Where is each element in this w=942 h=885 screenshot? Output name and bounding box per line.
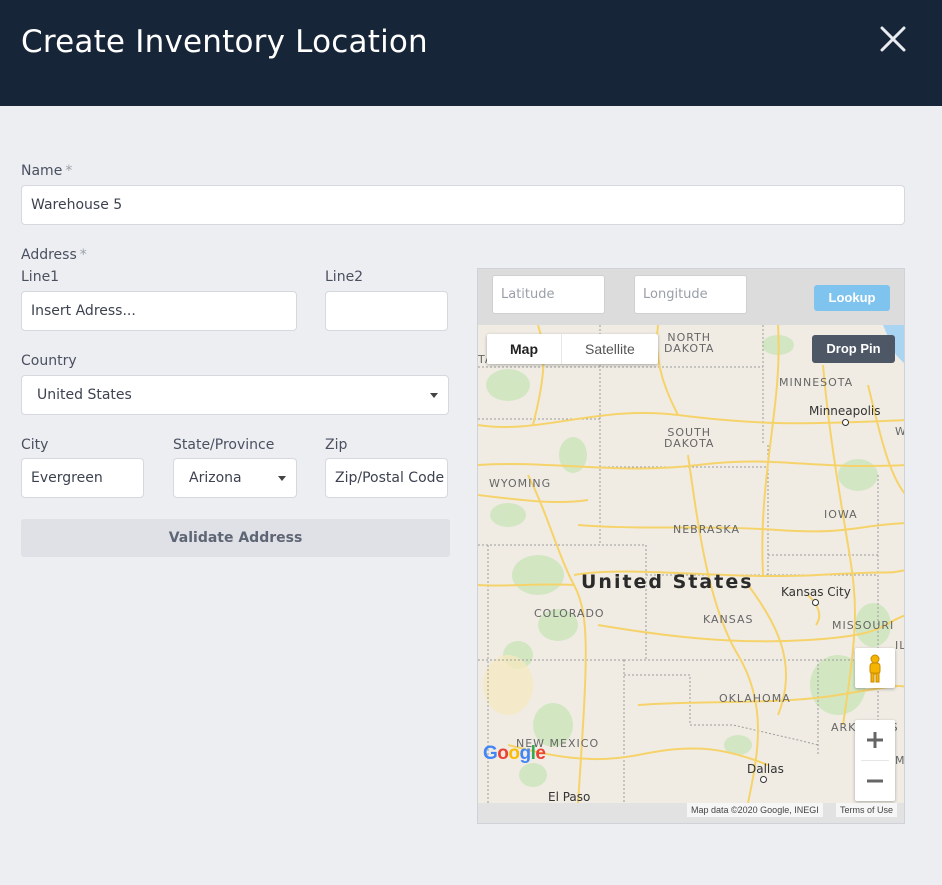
address-label: Address * bbox=[21, 247, 87, 263]
state-label: State/Province bbox=[173, 437, 275, 453]
validate-address-button[interactable]: Validate Address bbox=[21, 519, 450, 557]
map-label-nebraska: NEBRASKA bbox=[673, 523, 740, 536]
city-label: City bbox=[21, 437, 49, 453]
state-value: Arizona bbox=[189, 470, 242, 486]
map-type-map-button[interactable]: Map bbox=[487, 334, 561, 364]
line1-input[interactable]: Insert Adress... bbox=[21, 291, 297, 331]
country-value: United States bbox=[37, 387, 132, 403]
map-attribution: Map data ©2020 Google, INEGI bbox=[687, 803, 823, 817]
required-mark: * bbox=[65, 163, 73, 179]
map-label-iowa: IOWA bbox=[824, 508, 858, 521]
zoom-in-icon[interactable] bbox=[855, 720, 895, 760]
country-label: Country bbox=[21, 353, 77, 369]
name-input[interactable]: Warehouse 5 bbox=[21, 185, 905, 225]
close-icon[interactable] bbox=[878, 24, 908, 54]
name-label: Name * bbox=[21, 163, 73, 179]
city-minneapolis: Minneapolis bbox=[809, 404, 881, 418]
city-dallas: Dallas bbox=[747, 762, 784, 776]
map-label-south-dakota: SOUTH DAKOTA bbox=[664, 426, 715, 450]
zip-input[interactable]: Zip/Postal Code bbox=[325, 458, 448, 498]
country-select[interactable]: United States bbox=[21, 375, 449, 415]
city-input[interactable]: Evergreen bbox=[21, 458, 144, 498]
required-mark: * bbox=[79, 247, 87, 263]
line2-input[interactable] bbox=[325, 291, 448, 331]
map-attribution-bar: Map data ©2020 Google, INEGI Terms of Us… bbox=[478, 803, 904, 823]
city-dot bbox=[842, 419, 849, 426]
map-label-minnesota: MINNESOTA bbox=[779, 376, 854, 389]
zoom-control bbox=[855, 720, 895, 801]
zip-label: Zip bbox=[325, 437, 348, 453]
map-country-label: United States bbox=[581, 571, 754, 593]
map-label-missouri: MISSOURI bbox=[832, 619, 895, 632]
chevron-down-icon bbox=[278, 476, 286, 481]
city-kansas-city: Kansas City bbox=[781, 585, 851, 599]
terms-of-use-link[interactable]: Terms of Use bbox=[836, 803, 898, 817]
map-label-wisconsin: W bbox=[895, 426, 904, 437]
map-label-north-dakota: NORTH DAKOTA bbox=[664, 331, 715, 355]
pegman-icon[interactable] bbox=[855, 648, 895, 688]
dialog-title: Create Inventory Location bbox=[21, 24, 428, 60]
map-label-kansas: KANSAS bbox=[703, 613, 754, 626]
line2-label: Line2 bbox=[325, 269, 364, 285]
google-logo: Google bbox=[483, 743, 546, 764]
state-select[interactable]: Arizona bbox=[173, 458, 297, 498]
city-el-paso: El Paso bbox=[548, 790, 591, 803]
coordinate-bar: Latitude Longitude Lookup bbox=[478, 269, 904, 325]
map-type-satellite-button[interactable]: Satellite bbox=[561, 334, 658, 364]
map-type-control: Map Satellite bbox=[487, 334, 658, 364]
line1-label: Line1 bbox=[21, 269, 60, 285]
dialog-header: Create Inventory Location bbox=[0, 0, 942, 106]
map-label-mississippi: MI bbox=[895, 754, 905, 767]
lookup-button[interactable]: Lookup bbox=[814, 285, 890, 311]
drop-pin-button[interactable]: Drop Pin bbox=[812, 335, 895, 363]
map-label-illinois: IL bbox=[895, 639, 904, 652]
zoom-out-icon[interactable] bbox=[855, 761, 895, 801]
map-label-colorado: COLORADO bbox=[534, 607, 605, 620]
chevron-down-icon bbox=[430, 393, 438, 398]
city-dot bbox=[812, 599, 819, 606]
longitude-input[interactable]: Longitude bbox=[634, 275, 747, 314]
map-label-wyoming: WYOMING bbox=[489, 477, 552, 490]
map-label-oklahoma: OKLAHOMA bbox=[719, 692, 791, 705]
latitude-input[interactable]: Latitude bbox=[492, 275, 605, 314]
map-panel: Latitude Longitude Lookup NORTH DAKOTA M… bbox=[477, 268, 905, 824]
map-canvas[interactable]: TANA NORTH DAKOTA MINNESOTA SOUTH DAKOTA… bbox=[478, 325, 905, 803]
city-dot bbox=[760, 776, 767, 783]
